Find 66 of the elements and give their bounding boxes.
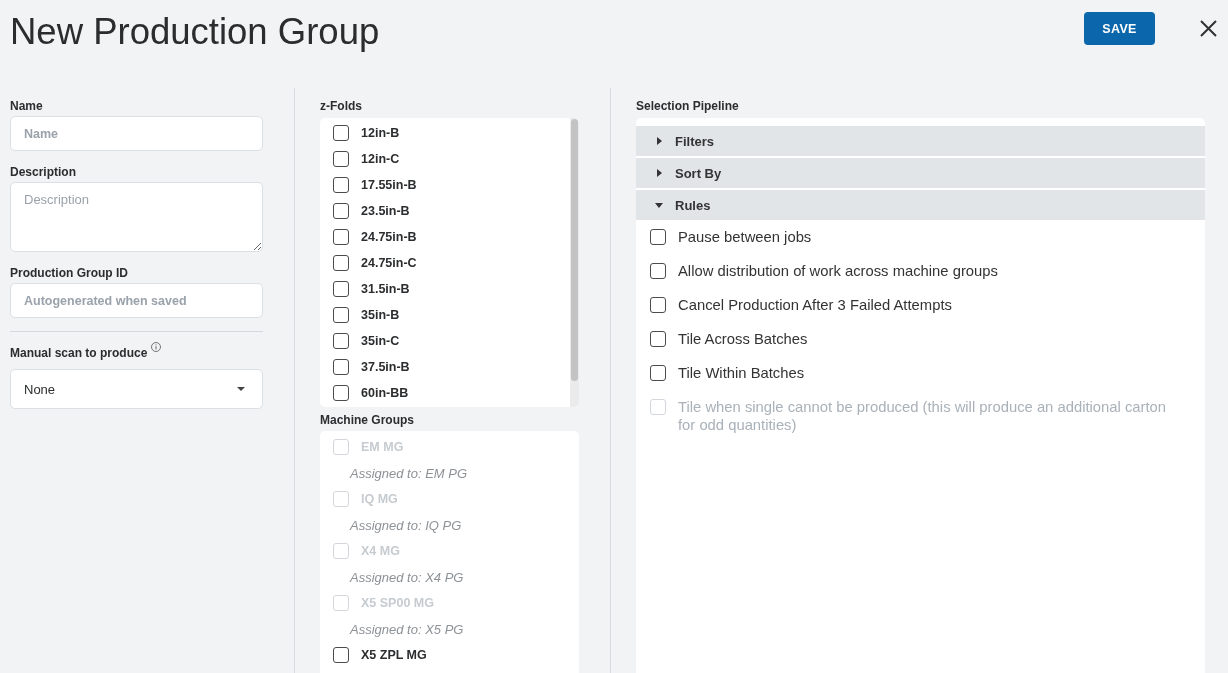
checkbox-label: Tile Across Batches <box>678 330 808 348</box>
checkbox[interactable] <box>333 151 349 167</box>
checkbox[interactable] <box>333 647 349 663</box>
assignment-note: Assigned to: X5 PG <box>350 621 464 637</box>
caret-right-icon <box>656 137 662 145</box>
checkbox-label: 17.55in-B <box>361 178 417 192</box>
checkbox[interactable] <box>333 281 349 297</box>
accordion-header[interactable]: Sort By <box>636 158 1205 188</box>
checkbox-label: 23.5in-B <box>361 204 410 218</box>
checkbox-label: 31.5in-B <box>361 282 410 296</box>
checkbox-label: 24.75in-B <box>361 230 417 244</box>
field-label: Description <box>10 164 76 180</box>
save-button[interactable]: SAVE <box>1084 12 1155 45</box>
checkbox-label: X5 ZPL MG <box>361 648 427 662</box>
caret-down-icon <box>655 202 663 208</box>
checkbox-label: 60in-BB <box>361 386 409 400</box>
checkbox[interactable] <box>650 229 666 245</box>
caret-icon <box>237 387 245 391</box>
checkbox[interactable] <box>333 359 349 375</box>
input-field[interactable]: Autogenerated when saved <box>10 283 263 318</box>
checkbox[interactable] <box>333 125 349 141</box>
assignment-note: Assigned to: X4 PG <box>350 569 464 585</box>
checkbox-label: 35in-C <box>361 334 400 348</box>
assignment-note: Assigned to: IQ PG <box>350 517 462 533</box>
checkbox-label: 37.5in-B <box>361 360 410 374</box>
accordion-header[interactable]: Rules <box>636 190 1205 220</box>
section-label: Selection Pipeline <box>636 98 739 114</box>
scrollbar[interactable] <box>570 118 579 407</box>
field-label: Manual scan to produce <box>10 345 148 361</box>
accordion-header[interactable]: Filters <box>636 126 1205 156</box>
checkbox-label: Allow distribution of work across machine groups <box>678 262 998 280</box>
checkbox-label: Tile Within Batches <box>678 364 805 382</box>
dropdown[interactable]: None <box>10 369 263 409</box>
checkbox-label: IQ MG <box>361 492 398 506</box>
checkbox[interactable] <box>333 333 349 349</box>
text-area[interactable]: Description <box>10 182 263 252</box>
checkbox[interactable] <box>333 307 349 323</box>
checkbox-label: Pause between jobs <box>678 228 812 246</box>
checkbox[interactable] <box>650 331 666 347</box>
page-title: New Production Group <box>10 12 380 52</box>
info-icon[interactable] <box>151 342 162 352</box>
checkbox[interactable] <box>333 229 349 245</box>
close-icon[interactable] <box>1200 20 1217 37</box>
checkbox-label: EM MG <box>361 440 404 454</box>
checkbox-label: 24.75in-C <box>361 256 417 270</box>
checkbox-label: 12in-B <box>361 126 400 140</box>
section-label: z-Folds <box>320 98 362 114</box>
field-label: Production Group ID <box>10 265 128 281</box>
caret-right-icon <box>656 169 662 177</box>
field-label: Name <box>10 98 43 114</box>
checkbox[interactable] <box>333 255 349 271</box>
checkbox[interactable] <box>650 263 666 279</box>
checkbox-label: Tile when single cannot be produced (this will produce an additional carton for odd quantities) <box>678 398 1168 434</box>
checkbox[interactable] <box>650 297 666 313</box>
checkbox-label: 12in-C <box>361 152 400 166</box>
assignment-note: Assigned to: EM PG <box>350 465 468 481</box>
input-field[interactable]: Name <box>10 116 263 151</box>
checkbox-label: X5 SP00 MG <box>361 596 434 610</box>
checkbox[interactable] <box>650 365 666 381</box>
checkbox[interactable] <box>333 203 349 219</box>
checkbox-label: Cancel Production After 3 Failed Attempts <box>678 296 952 314</box>
checkbox[interactable] <box>333 385 349 401</box>
checkbox-label: X4 MG <box>361 544 400 558</box>
checkbox[interactable] <box>333 177 349 193</box>
checkbox-label: 35in-B <box>361 308 400 322</box>
section-label: Machine Groups <box>320 412 414 428</box>
